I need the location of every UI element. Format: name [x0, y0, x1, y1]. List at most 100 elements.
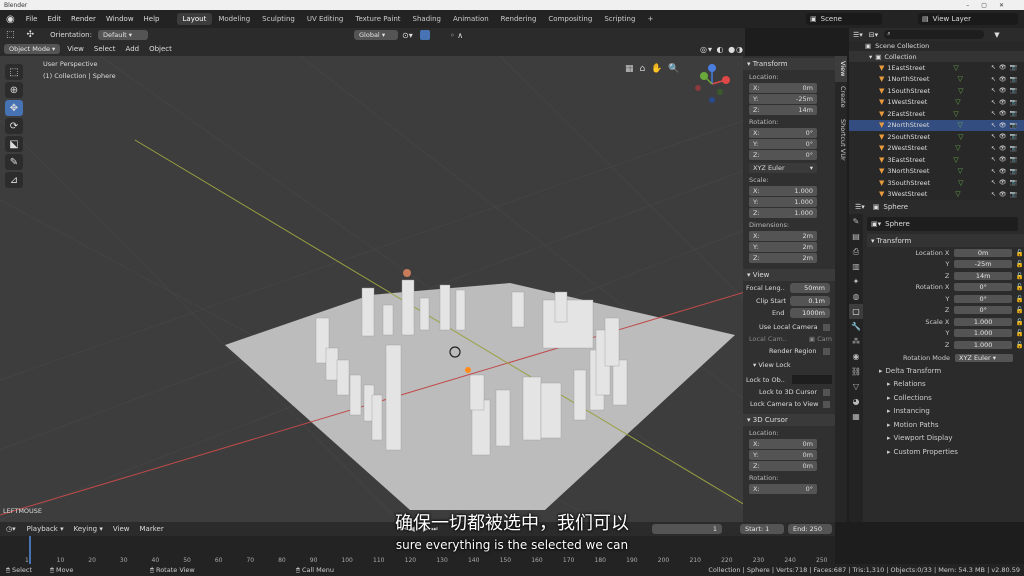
- use-local-camera-checkbox[interactable]: [823, 323, 830, 331]
- material-tab-icon[interactable]: ◕: [849, 394, 863, 409]
- select-box-icon[interactable]: ⬚: [0, 30, 21, 40]
- outliner-item[interactable]: ▼ 1NorthStreet ▽ ↖👁📷: [849, 74, 1024, 86]
- visibility-icons[interactable]: ↖👁📷: [991, 168, 1020, 175]
- outliner-item[interactable]: ▼ 1WestStreet ▽ ↖👁📷: [849, 97, 1024, 109]
- outliner-item[interactable]: ▼ 1EastStreet ▽ ↖👁📷: [849, 62, 1024, 74]
- transform-row-field[interactable]: 0m: [954, 248, 1012, 257]
- texture-tab-icon[interactable]: ▦: [849, 409, 863, 424]
- proportional-edit-icon[interactable]: ◦ ∧: [450, 31, 463, 40]
- lock-object-field[interactable]: [792, 375, 832, 384]
- 3d-cursor-panel-header[interactable]: ▾ 3D Cursor: [743, 414, 835, 426]
- transform-icon[interactable]: ✣: [21, 30, 41, 40]
- transform-row-field[interactable]: 1.000: [954, 340, 1012, 349]
- lock-camera-checkbox[interactable]: [823, 400, 830, 408]
- outliner-item[interactable]: ▼ 3NorthStreet ▽ ↖👁📷: [849, 166, 1024, 178]
- dimension-x-field[interactable]: X: 2m: [749, 231, 817, 241]
- mode-dropdown[interactable]: Object Mode ▾: [4, 44, 61, 54]
- properties-section[interactable]: ▸ Viewport Display: [867, 432, 1024, 446]
- visibility-icons[interactable]: ↖👁📷: [991, 133, 1020, 140]
- lock-3d-cursor-checkbox[interactable]: [823, 388, 830, 396]
- transform-panel-header[interactable]: ▾ Transform: [743, 58, 835, 70]
- tab-modeling[interactable]: Modeling: [212, 13, 256, 25]
- outliner-filter-icon[interactable]: ⊟▾: [869, 31, 878, 39]
- cursor-y-field[interactable]: Y: 0m: [749, 450, 817, 460]
- view-layer-tab-icon[interactable]: ▥: [849, 259, 863, 274]
- scene-collection-row[interactable]: ▣ Scene Collection: [849, 41, 1024, 51]
- dimension-z-field[interactable]: Z: 2m: [749, 253, 817, 263]
- properties-transform-header[interactable]: ▾ Transform: [867, 234, 1024, 247]
- outliner-item[interactable]: ▼ 3EastStreet ▽ ↖👁📷: [849, 154, 1024, 166]
- outliner-editor-icon[interactable]: ☰▾: [853, 31, 863, 39]
- lock-icon[interactable]: 🔓: [1016, 318, 1024, 326]
- transform-row-field[interactable]: -25m: [954, 260, 1012, 269]
- delta-transform-subpanel[interactable]: ▸ Delta Transform: [867, 364, 1024, 378]
- output-tab-icon[interactable]: ⎙: [849, 244, 863, 259]
- properties-section[interactable]: ▸ Collections: [867, 391, 1024, 405]
- tab-compositing[interactable]: Compositing: [542, 13, 598, 25]
- properties-section[interactable]: ▸ Motion Paths: [867, 418, 1024, 432]
- lock-camera-row[interactable]: Lock Camera to View: [743, 398, 835, 410]
- rotation-y-field[interactable]: Y: 0°: [749, 139, 817, 149]
- location-y-field[interactable]: Y: -25m: [749, 94, 817, 104]
- transform-row-field[interactable]: 0°: [954, 306, 1012, 315]
- scene-tab-icon[interactable]: ✦: [849, 274, 863, 289]
- properties-section[interactable]: ▸ Custom Properties: [867, 445, 1024, 459]
- tab-shading[interactable]: Shading: [407, 13, 447, 25]
- local-camera-field[interactable]: ▣ Cam: [809, 335, 832, 343]
- visibility-icons[interactable]: ↖👁📷: [991, 64, 1020, 71]
- particles-tab-icon[interactable]: ⁂: [849, 334, 863, 349]
- viewport-menu-add[interactable]: Add: [121, 45, 145, 53]
- menu-window[interactable]: Window: [101, 15, 139, 23]
- tab-view[interactable]: View: [835, 56, 847, 82]
- tab-layout[interactable]: Layout: [176, 13, 213, 25]
- menu-edit[interactable]: Edit: [42, 15, 66, 23]
- cursor-z-field[interactable]: Z: 0m: [749, 461, 817, 471]
- outliner-funnel-icon[interactable]: ▼: [994, 31, 999, 39]
- navigation-gizmo[interactable]: [690, 62, 734, 106]
- location-x-field[interactable]: X: 0m: [749, 83, 817, 93]
- lock-icon[interactable]: 🔓: [1016, 260, 1024, 268]
- collection-row[interactable]: ▾ ▣ Collection: [849, 51, 1024, 62]
- physics-tab-icon[interactable]: ◉: [849, 349, 863, 364]
- visibility-icons[interactable]: ↖👁📷: [991, 179, 1020, 186]
- menu-file[interactable]: File: [21, 15, 43, 23]
- view-lock-subpanel[interactable]: ▾ View Lock: [743, 357, 835, 373]
- measure-tool-icon[interactable]: ⊿: [5, 172, 23, 188]
- lock-icon[interactable]: 🔓: [1016, 249, 1024, 257]
- viewport-shading-icons[interactable]: ◎▾ ◐ ●◑: [700, 45, 744, 54]
- scene-selector[interactable]: ▣ Scene: [806, 13, 882, 25]
- visibility-icons[interactable]: ↖👁📷: [991, 156, 1020, 163]
- render-tab-icon[interactable]: ▤: [849, 229, 863, 244]
- object-tab-icon[interactable]: ▢: [849, 304, 863, 319]
- tool-tab-icon[interactable]: ✎: [849, 214, 863, 229]
- viewport-menu-view[interactable]: View: [62, 45, 89, 53]
- lock-3d-cursor-row[interactable]: Lock to 3D Cursor: [743, 386, 835, 398]
- constraints-tab-icon[interactable]: ⛓: [849, 364, 863, 379]
- select-tool-icon[interactable]: ⬚: [5, 64, 23, 80]
- tab-sculpting[interactable]: Sculpting: [256, 13, 301, 25]
- focal-length-field[interactable]: 50mm: [790, 283, 830, 293]
- lock-icon[interactable]: 🔓: [1016, 306, 1024, 314]
- lock-icon[interactable]: 🔓: [1016, 341, 1024, 349]
- visibility-icons[interactable]: ↖👁📷: [991, 110, 1020, 117]
- dimension-y-field[interactable]: Y: 2m: [749, 242, 817, 252]
- outliner-item[interactable]: ▼ 2SouthStreet ▽ ↖👁📷: [849, 131, 1024, 143]
- tab-shortcut-vur[interactable]: Shortcut VUr: [835, 112, 847, 168]
- scale-x-field[interactable]: X: 1.000: [749, 186, 817, 196]
- properties-section[interactable]: ▸ Instancing: [867, 405, 1024, 419]
- snap-icon[interactable]: [420, 30, 430, 40]
- lock-icon[interactable]: 🔓: [1016, 283, 1024, 291]
- tab-create[interactable]: Create: [835, 82, 847, 112]
- outliner-item[interactable]: ▼ 2WestStreet ▽ ↖👁📷: [849, 143, 1024, 155]
- visibility-icons[interactable]: ↖👁📷: [991, 191, 1020, 198]
- tab-texture-paint[interactable]: Texture Paint: [349, 13, 406, 25]
- visibility-icons[interactable]: ↖👁📷: [991, 76, 1020, 83]
- transform-row-field[interactable]: 14m: [954, 271, 1012, 280]
- blender-logo-icon[interactable]: ◉: [0, 14, 21, 25]
- window-controls[interactable]: –▢✕: [966, 2, 1016, 9]
- scale-tool-icon[interactable]: ⬕: [5, 136, 23, 152]
- cursor-tool-icon[interactable]: ⊕: [5, 82, 23, 98]
- render-region-checkbox[interactable]: [823, 347, 830, 355]
- modifier-tab-icon[interactable]: 🔧: [849, 319, 863, 334]
- 3d-viewport[interactable]: User Perspective (1) Collection | Sphere…: [0, 56, 745, 522]
